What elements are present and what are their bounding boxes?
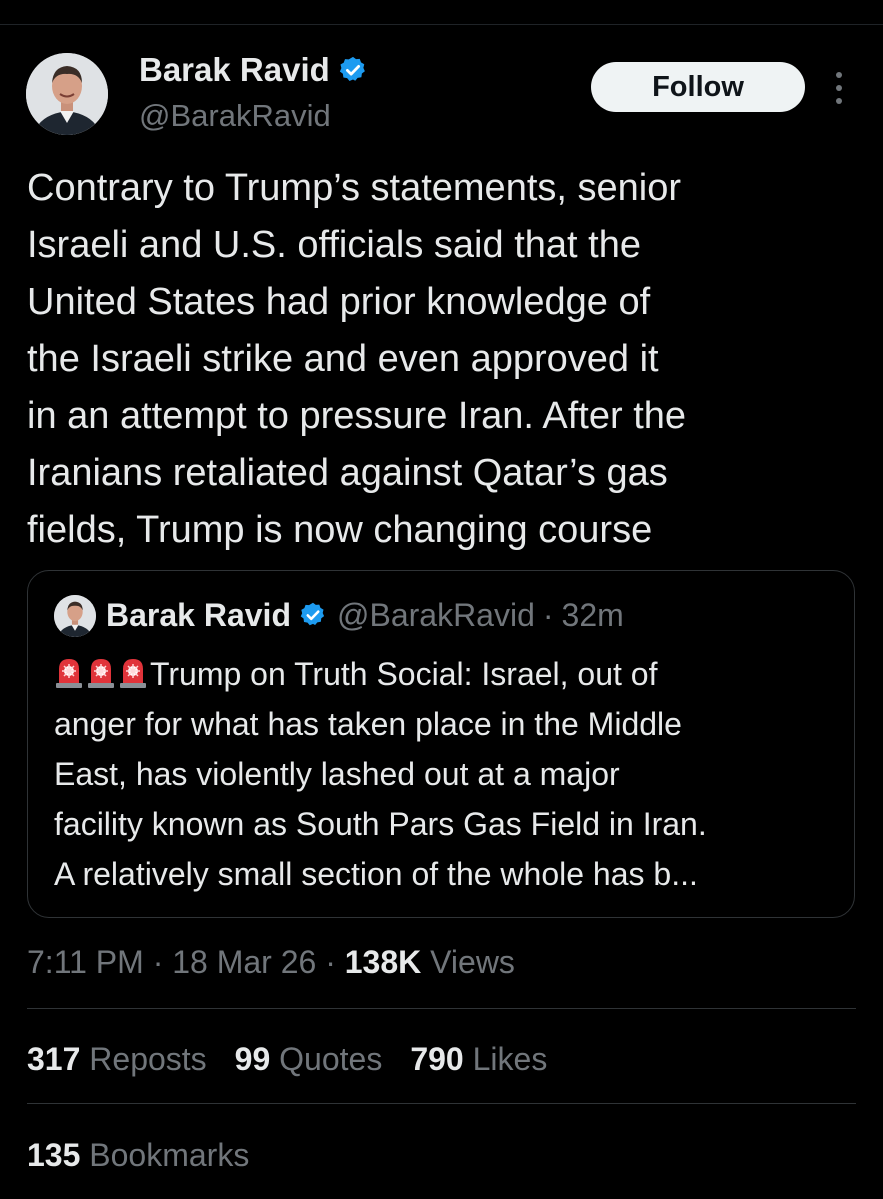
avatar[interactable] [26,53,108,135]
divider [27,1103,856,1104]
likes-stat[interactable]: 790 Likes [410,1037,547,1081]
quotes-count: 99 [234,1041,271,1077]
bookmarks-stat[interactable]: 135 Bookmarks [27,1133,249,1177]
quoted-timestamp: 32m [561,597,624,633]
meta-separator: · [152,944,164,980]
verified-badge-icon [339,56,365,81]
reposts-stat[interactable]: 317 Reposts [27,1037,207,1081]
quoted-author-name: Barak Ravid [106,597,291,633]
top-divider [0,24,883,25]
tweet-text: Contrary to Trump’s statements, senior I… [27,167,687,551]
author-name-row[interactable]: Barak Ravid [139,50,368,90]
tweet-time[interactable]: 7:11 PM [27,944,144,980]
author-name[interactable]: Barak Ravid [139,50,330,90]
likes-label: Likes [472,1041,548,1077]
meta-separator: · [325,944,336,980]
bookmarks-label: Bookmarks [89,1137,250,1173]
reposts-count: 317 [27,1041,81,1077]
tweet-date[interactable]: 18 Mar 26 [172,944,316,980]
bookmarks-count: 135 [27,1137,81,1173]
quoted-tweet[interactable]: Barak Ravid @BarakRavid · 32m Trump on T… [27,570,855,918]
quoted-text: Trump on Truth Social: Israel, out of an… [54,656,707,892]
quoted-avatar-photo [54,595,96,637]
more-dot [836,72,842,78]
quoted-avatar[interactable] [54,595,96,637]
siren-emoji-icon [88,659,114,688]
likes-count: 790 [410,1041,464,1077]
tweet-meta: 7:11 PM · 18 Mar 26 · 138K Views [27,940,515,984]
quoted-separator: · [542,597,554,633]
siren-emoji-icon [120,659,146,688]
quotes-label: Quotes [279,1041,383,1077]
quotes-stat[interactable]: 99 Quotes [235,1037,383,1081]
divider [27,1008,856,1009]
quoted-text-block: Trump on Truth Social: Israel, out of an… [54,649,834,899]
follow-button[interactable]: Follow [591,62,805,112]
avatar-photo [26,53,108,135]
author-handle[interactable]: @BarakRavid [139,96,331,136]
views-label: Views [430,944,515,980]
reposts-label: Reposts [89,1041,207,1077]
quoted-verified-badge-icon [300,602,325,626]
engagement-stats: 317 Reposts 99 Quotes 790 Likes [27,1037,575,1081]
quoted-header: Barak Ravid @BarakRavid · 32m [106,593,624,637]
more-options-icon[interactable] [830,72,848,104]
quoted-author-handle: @BarakRavid [336,597,535,633]
siren-emoji-icon [56,659,82,688]
views-count: 138K [344,944,422,980]
more-dot [836,85,842,91]
more-dot [836,98,842,104]
